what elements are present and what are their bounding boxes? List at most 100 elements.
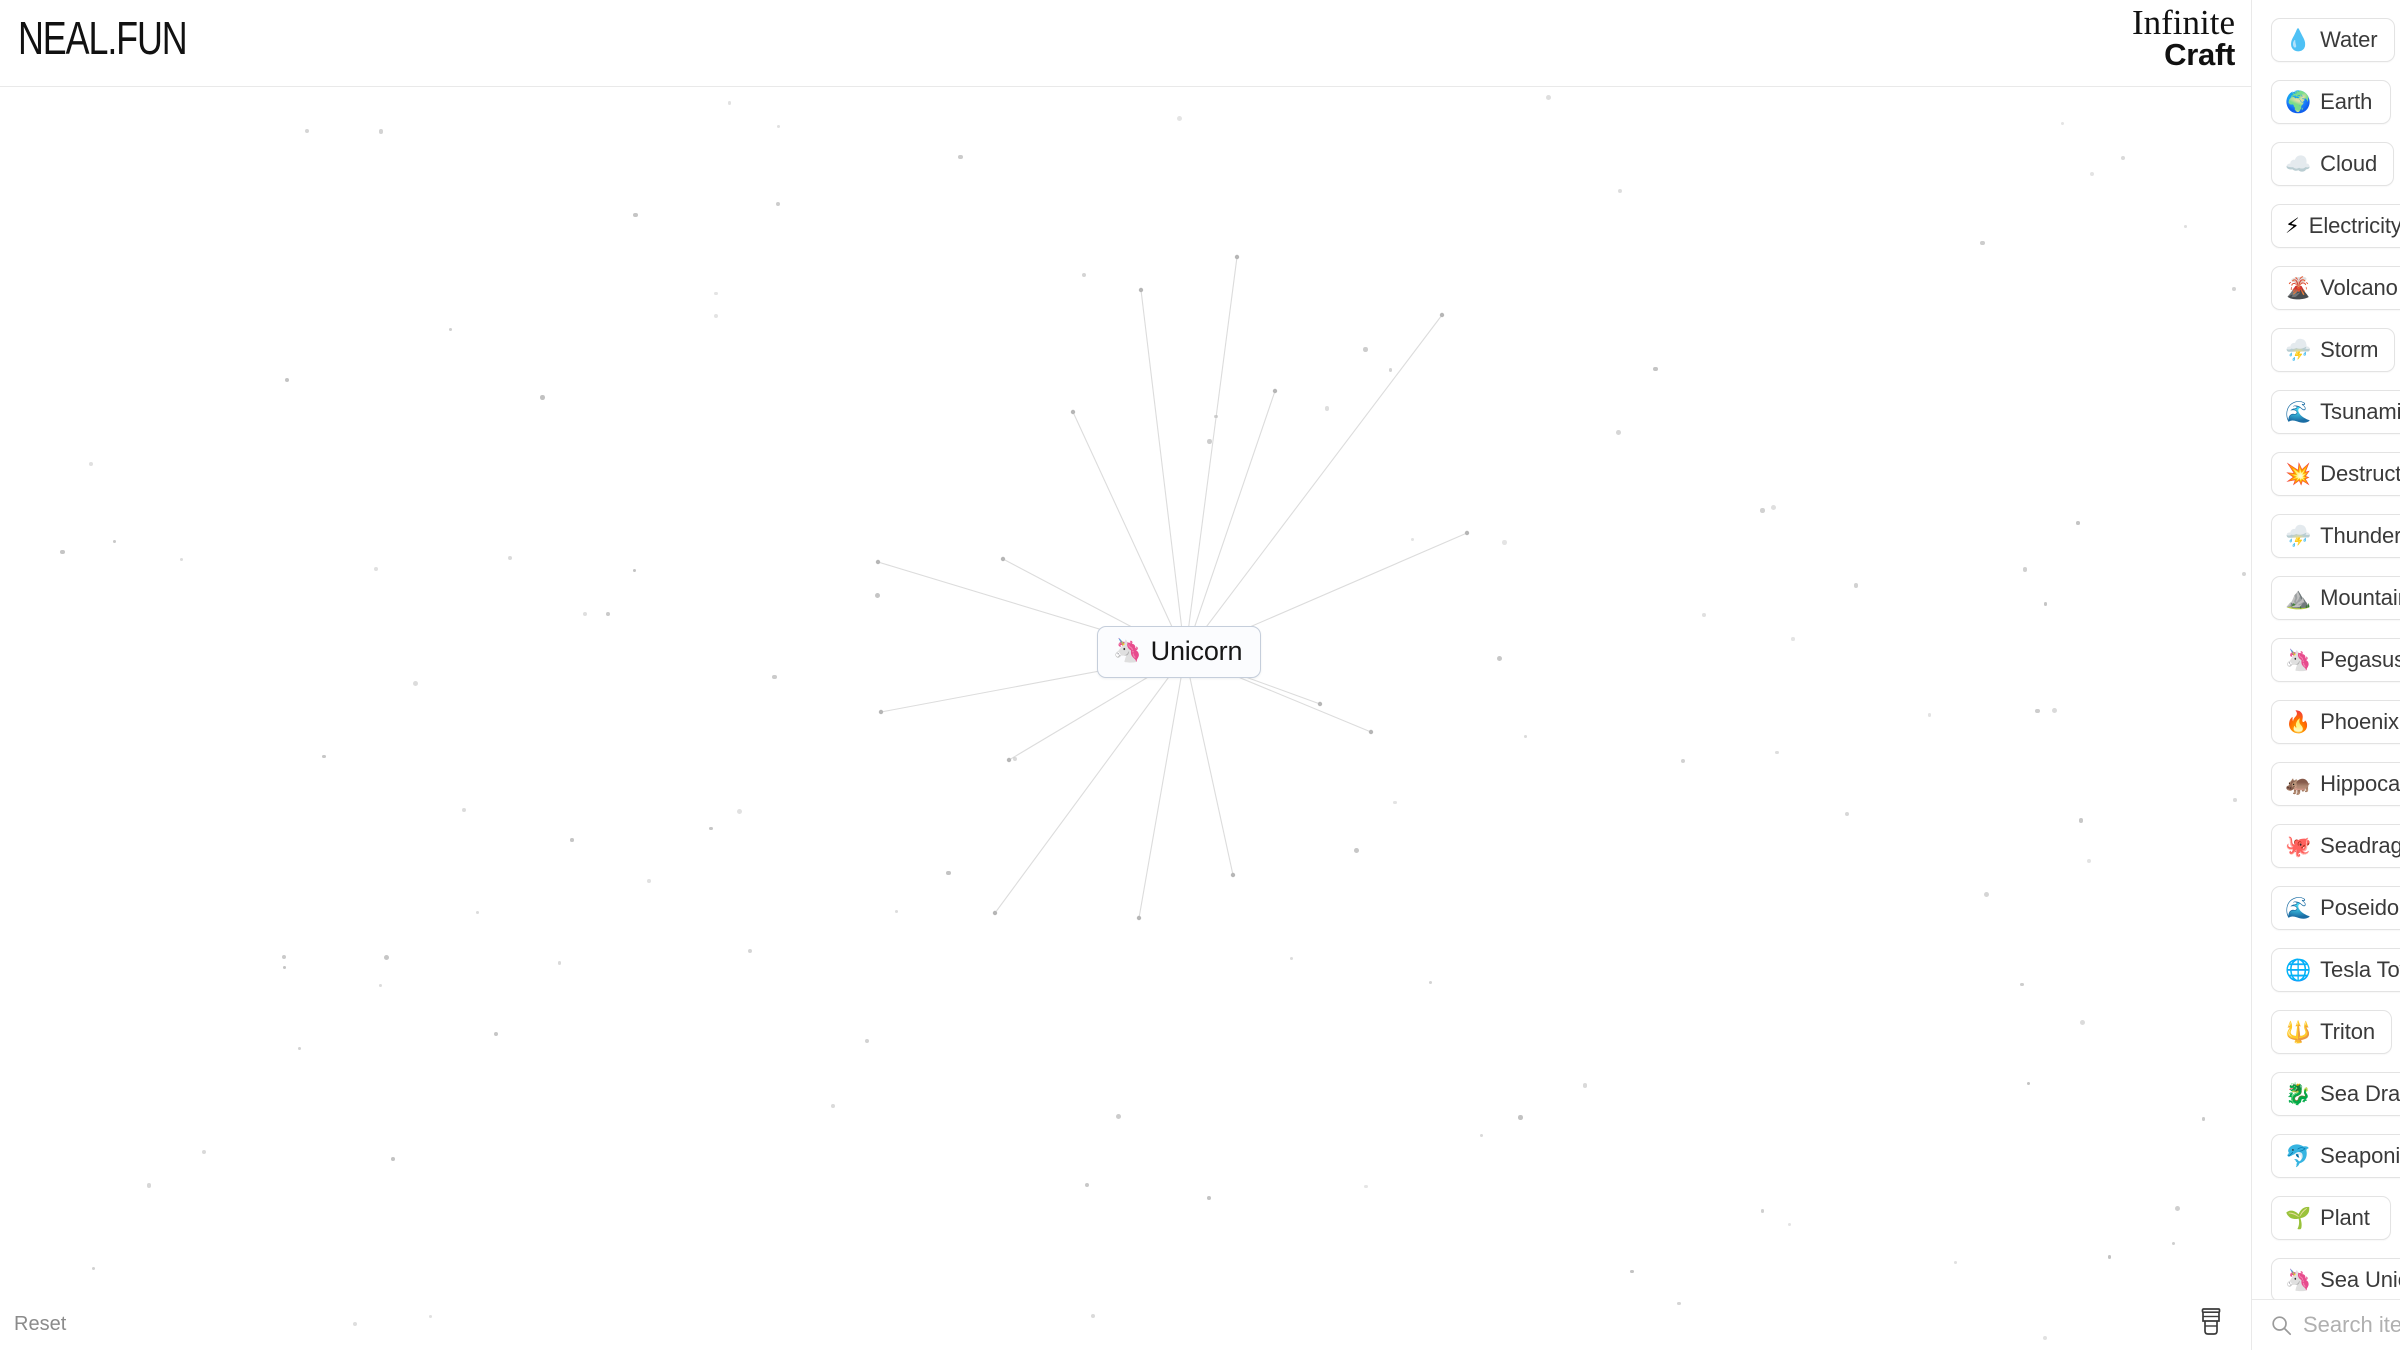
dust-particle (1927, 713, 1932, 718)
sidebar-item[interactable]: 🔱 Triton (2271, 1010, 2392, 1054)
dust-particle (2120, 155, 2125, 160)
dust-particle (461, 808, 466, 813)
canvas-node[interactable]: 🦄 Unicorn (1097, 626, 1262, 678)
volcano-emoji: 🌋 (2285, 275, 2312, 300)
sidebar-item-label: Seaponies (2320, 1143, 2400, 1168)
sidebar-item[interactable]: ⛈️ Storm (2271, 328, 2396, 372)
dust-particle (540, 395, 545, 400)
dust-particle (958, 154, 963, 160)
sidebar-item[interactable]: 🌊 Tsunami (2271, 390, 2400, 434)
sidebar-item-label: Pegasus (2320, 647, 2400, 672)
dust-particle (1545, 95, 1551, 100)
wave-emoji: 🌊 (2285, 399, 2312, 424)
sidebar-item[interactable]: 🐬 Seaponies (2271, 1134, 2400, 1178)
hippo-emoji: 🦛 (2285, 771, 2312, 796)
octopus-emoji: 🐙 (2285, 833, 2312, 858)
sidebar-item[interactable]: 🌐 Tesla Tower (2271, 948, 2400, 992)
wave-emoji: 🌊 (2285, 895, 2312, 920)
dust-particle (412, 680, 418, 686)
dust-particle (1091, 1313, 1095, 1318)
dust-particle (1523, 735, 1527, 739)
sidebar-item[interactable]: 🌋 Volcano (2271, 266, 2400, 310)
dust-particle (875, 592, 881, 598)
dust-particle (1775, 751, 1779, 755)
dust-particle (2034, 708, 2040, 714)
dust-particle (2232, 287, 2237, 291)
explosion-emoji: 💥 (2285, 461, 2312, 486)
dust-particle (378, 129, 384, 134)
dust-particle (2108, 1255, 2112, 1259)
trident-emoji: 🔱 (2285, 1019, 2312, 1044)
dust-particle (2242, 571, 2247, 576)
dust-particle (2175, 1206, 2181, 1212)
element-list[interactable]: 💧 Water 🌍 Earth ☁️ Cloud ⚡ Electricity 🌋 Volcano ⛈… (2252, 0, 2400, 1299)
sidebar-item[interactable]: ⛈️ Thunderstorm (2271, 514, 2400, 558)
dust-particle (1980, 240, 1985, 246)
dust-particle (570, 838, 574, 842)
sidebar-item[interactable]: 🐉 Sea Dragon (2271, 1072, 2400, 1116)
sidebar-item[interactable]: 🦛 Hippocampus (2271, 762, 2400, 806)
dust-particle (282, 955, 287, 960)
app-header: NEAL.FUN Infinite Craft (0, 0, 2251, 87)
infinite-craft-logo: Infinite Craft (2132, 5, 2235, 70)
dust-particle (282, 965, 287, 970)
dust-particle (1480, 1133, 1484, 1137)
sidebar-item[interactable]: 🦄 Sea Unicorn (2271, 1258, 2400, 1299)
crafting-canvas[interactable]: 🦄 Unicorn (0, 87, 2251, 1350)
sidebar-item[interactable]: 🦄 Pegasus (2271, 638, 2400, 682)
dust-particle (60, 549, 65, 555)
dust-particle (322, 754, 326, 759)
reset-button[interactable]: Reset (14, 1313, 66, 1336)
seedling-emoji: 🌱 (2285, 1205, 2312, 1230)
cloud-emoji: ☁️ (2285, 151, 2312, 176)
sidebar-item[interactable]: 💥 Destruction (2271, 452, 2400, 496)
sidebar-item[interactable]: 🌱 Plant (2271, 1196, 2391, 1240)
sidebar-item[interactable]: 💧 Water (2271, 18, 2395, 62)
sidebar-item-label: Electricity (2308, 213, 2400, 238)
dust-particle (632, 568, 636, 572)
search-bar[interactable] (2252, 1299, 2400, 1350)
sidebar-item[interactable]: 🌍 Earth (2271, 80, 2391, 124)
sidebar-item[interactable]: 🐙 Seadragon (2271, 824, 2400, 868)
dust-particle (1984, 891, 1989, 897)
dust-particle (91, 1266, 95, 1270)
edge-lines (875, 254, 1470, 921)
sidebar-item-label: Tesla Tower (2320, 957, 2400, 982)
dust-particle (1787, 1222, 1791, 1226)
dust-particle (1411, 538, 1415, 542)
dust-particle (352, 1321, 358, 1327)
sidebar-item-label: Seadragon (2320, 833, 2400, 858)
earth-globe-emoji: 🌍 (2285, 89, 2312, 114)
sidebar-item[interactable]: ⛰️ Mountain (2271, 576, 2400, 620)
sidebar-item[interactable]: 🌊 Poseidon (2271, 886, 2400, 930)
coffee-icon[interactable] (2194, 1305, 2228, 1339)
sidebar-item-label: Mountain (2320, 585, 2400, 610)
dust-particle (831, 1104, 836, 1108)
element-sidebar[interactable]: 💧 Water 🌍 Earth ☁️ Cloud ⚡ Electricity 🌋 Volcano ⛈… (2251, 0, 2400, 1350)
logo-line-craft: Craft (2164, 36, 2235, 72)
dust-particle (946, 870, 951, 876)
globe-meridians-emoji: 🌐 (2285, 957, 2312, 982)
dust-particle (772, 674, 778, 680)
dust-particle (1207, 1195, 1212, 1200)
dust-particle (895, 910, 899, 914)
sidebar-item-label: Thunderstorm (2320, 523, 2400, 548)
sidebar-item[interactable]: ☁️ Cloud (2271, 142, 2395, 186)
dust-particle (179, 557, 184, 562)
dust-particle (1583, 1083, 1588, 1088)
sidebar-item[interactable]: 🔥 Phoenix (2271, 700, 2400, 744)
dust-particle (2172, 1241, 2176, 1245)
dust-particle (582, 611, 588, 617)
dust-particle (1853, 583, 1859, 589)
search-input[interactable] (2303, 1312, 2400, 1338)
dust-particle (727, 101, 732, 105)
sidebar-item[interactable]: ⚡ Electricity (2271, 204, 2400, 248)
neal-fun-brand[interactable]: NEAL.FUN (18, 14, 188, 66)
dust-particle (1388, 367, 1393, 372)
dust-particle (1214, 414, 1218, 419)
dust-particle (112, 539, 116, 544)
search-icon (2271, 1315, 2292, 1336)
sidebar-item-label: Earth (2320, 89, 2373, 114)
dust-particle (1518, 1115, 1523, 1120)
dust-particle (1363, 347, 1368, 352)
